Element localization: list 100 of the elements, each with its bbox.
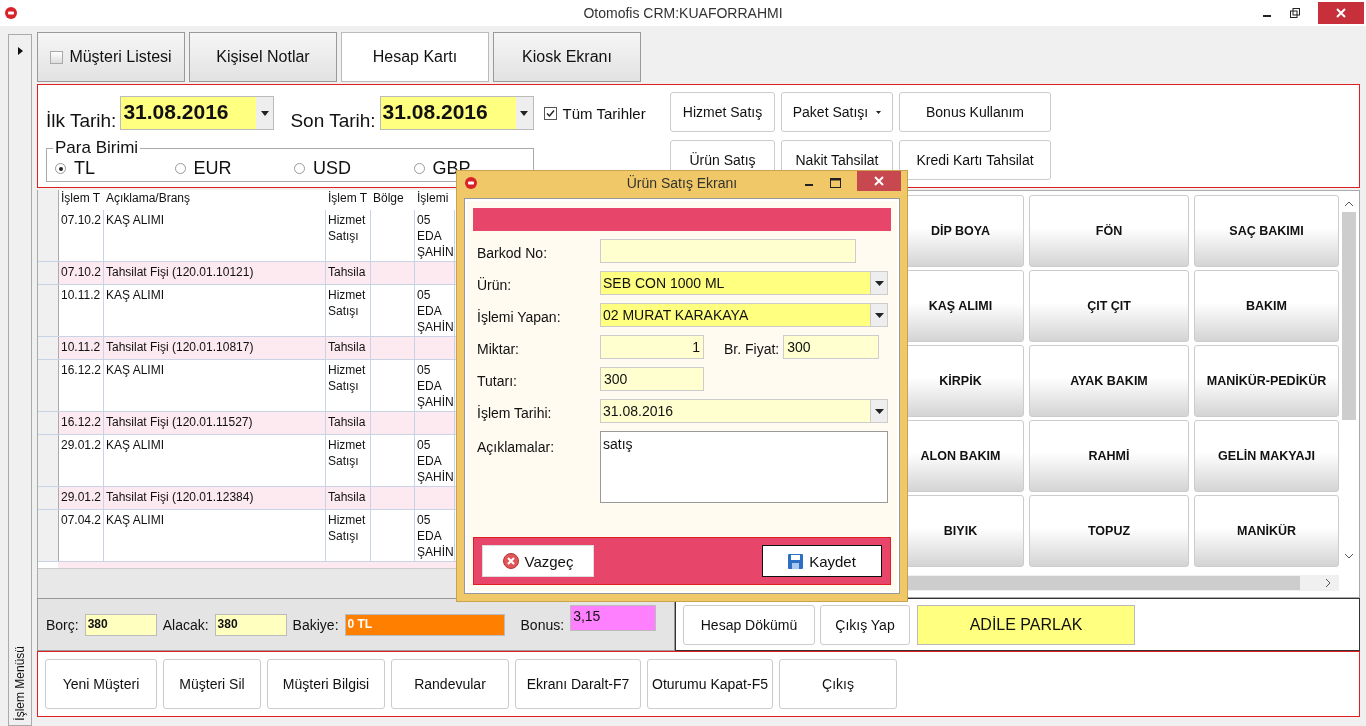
action-button[interactable]: Hizmet Satış (670, 92, 775, 132)
menu-button[interactable]: Randevular (391, 659, 509, 709)
app-icon (5, 7, 17, 19)
window-title: Otomofis CRM:KUAFORRAHMI (583, 5, 783, 21)
input-field[interactable] (600, 239, 856, 263)
input-field[interactable]: 1 (600, 335, 704, 359)
tab[interactable]: Kişisel Notlar (189, 32, 337, 82)
service-button[interactable]: BAKIM (1194, 270, 1339, 342)
customer-name: ADİLE PARLAK (917, 604, 1135, 645)
table-cell: 05 EDA ŞAHİN (415, 510, 455, 561)
service-button[interactable]: TOPUZ (1029, 495, 1189, 567)
maximize-icon[interactable] (830, 178, 841, 188)
dropdown[interactable]: 02 MURAT KARAKAYA (600, 303, 888, 327)
scroll-right-icon[interactable] (1326, 579, 1331, 587)
radio-label: EUR (193, 158, 232, 179)
service-button[interactable]: AYAK BAKIM (1029, 345, 1189, 417)
scroll-down-icon[interactable] (1345, 554, 1353, 559)
row-header[interactable] (38, 360, 59, 411)
action-button[interactable]: Paket Satışı (781, 92, 893, 132)
table-cell: 29.01.2 (59, 435, 104, 486)
menu-button[interactable]: Yeni Müşteri (45, 659, 157, 709)
caret-icon (874, 408, 884, 414)
table-cell: 07.10.2 (59, 210, 104, 261)
account-button[interactable]: Hesap Dökümü (683, 604, 815, 645)
save-button[interactable]: Kaydet (762, 545, 882, 577)
row-header[interactable] (38, 412, 59, 434)
service-button[interactable]: RAHMİ (1029, 420, 1189, 492)
service-button[interactable]: GELİN MAKYAJI (1194, 420, 1339, 492)
field-label: Açıklamalar: (477, 438, 556, 457)
field-label: Borç: (46, 616, 79, 633)
row-header[interactable] (38, 262, 59, 284)
menu-button[interactable]: Ekranı Daralt-F7 (515, 659, 641, 709)
table-cell: 10.11.2 (59, 285, 104, 336)
restore-icon[interactable] (1290, 8, 1300, 18)
row-header[interactable] (38, 510, 59, 561)
radio-button[interactable] (174, 163, 186, 174)
close-button[interactable] (857, 171, 901, 191)
table-cell: KAŞ ALIMI (104, 285, 326, 336)
column-header[interactable]: İşlem T (59, 190, 104, 210)
table-cell: KAŞ ALIMI (104, 510, 326, 561)
table-cell: 05 EDA ŞAHİN (415, 210, 455, 261)
text-area[interactable]: satış (600, 431, 888, 503)
service-button[interactable]: FÖN (1029, 195, 1189, 267)
cancel-button[interactable]: Vazgeç (482, 545, 594, 577)
radio-label: TL (74, 158, 95, 179)
table-cell: Hizmet Satışı (326, 510, 371, 561)
input-field[interactable]: 300 (600, 367, 704, 391)
service-button[interactable]: MANİKÜR (1194, 495, 1339, 567)
field-label: Tutarı: (477, 373, 518, 391)
row-header[interactable] (38, 435, 59, 486)
row-header[interactable] (38, 337, 59, 359)
table-cell: Tahsila (326, 412, 371, 434)
row-header[interactable] (38, 487, 59, 509)
table-cell: KAŞ ALIMI (104, 210, 326, 261)
action-button[interactable]: Bonus Kullanım (899, 92, 1051, 132)
menu-button[interactable]: Çıkış (779, 659, 897, 709)
radio-button[interactable] (294, 163, 305, 174)
radio-button[interactable] (413, 163, 425, 174)
radio-label: USD (313, 158, 351, 179)
input-field[interactable]: 300 (783, 335, 880, 359)
column-header[interactable]: İşlem T (326, 190, 371, 210)
table-cell: 05 EDA ŞAHİN (415, 360, 455, 411)
date-label: Son Tarih: (290, 110, 376, 132)
row-header[interactable] (38, 285, 59, 336)
column-header[interactable]: Bölge (371, 190, 415, 210)
menu-button[interactable]: Müşteri Sil (163, 659, 261, 709)
row-header[interactable] (38, 210, 59, 261)
scroll-up-icon[interactable] (1345, 201, 1353, 206)
column-header[interactable]: Açıklama/Branş (104, 190, 326, 210)
field-label: İşlem Tarihi: (477, 405, 553, 423)
table-cell: Hizmet Satışı (326, 285, 371, 336)
action-button[interactable]: Kredi Kartı Tahsilat (899, 140, 1051, 180)
app-icon (465, 177, 477, 189)
service-button[interactable]: MANİKÜR-PEDİKÜR (1194, 345, 1339, 417)
date-field[interactable]: 31.08.2016 (379, 96, 534, 130)
checkbox[interactable] (50, 50, 64, 64)
scroll-thumb[interactable] (1342, 212, 1356, 420)
service-button[interactable]: ÇIT ÇIT (1029, 270, 1189, 342)
side-menu[interactable]: İşlem Menüsü (8, 34, 32, 726)
date-field[interactable]: 31.08.2016 (120, 96, 275, 130)
dropdown[interactable]: 31.08.2016 (600, 399, 888, 423)
menu-button[interactable]: Müşteri Bilgisi (267, 659, 385, 709)
checkbox[interactable] (543, 106, 557, 120)
tab[interactable]: Hesap Kartı (341, 32, 489, 82)
table-cell: Hizmet Satışı (326, 210, 371, 261)
menu-button[interactable]: Oturumu Kapat-F5 (647, 659, 773, 709)
service-button[interactable]: SAÇ BAKIMI (1194, 195, 1339, 267)
table-cell: Tahsila (326, 262, 371, 284)
tab[interactable]: Müşteri Listesi (37, 32, 185, 82)
tab[interactable]: Kiosk Ekranı (493, 32, 641, 82)
radio-button[interactable] (55, 163, 66, 174)
close-button[interactable] (1318, 2, 1364, 24)
caret-icon (260, 110, 269, 116)
column-header[interactable]: İşlemi (415, 190, 455, 210)
table-cell: Tahsilat Fişi (120.01.11527) (104, 412, 326, 434)
expand-icon[interactable] (17, 47, 23, 55)
field-label: Ürün: (477, 277, 513, 295)
account-button[interactable]: Çıkış Yap (820, 604, 910, 645)
table-cell: Tahsila (326, 337, 371, 359)
dropdown[interactable]: SEB CON 1000 ML (600, 271, 888, 295)
